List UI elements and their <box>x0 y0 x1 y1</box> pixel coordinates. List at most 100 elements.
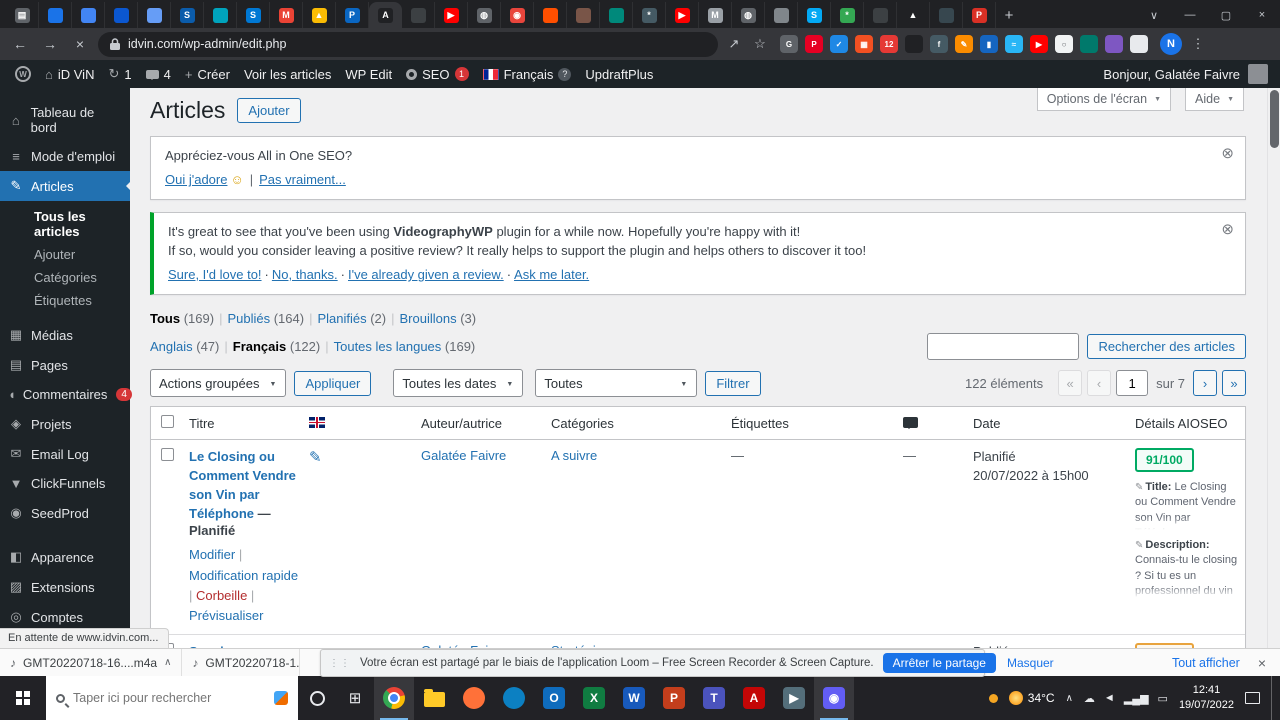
search-posts-button[interactable]: Rechercher des articles <box>1087 334 1246 359</box>
battery-icon[interactable]: ▭ <box>1158 692 1168 705</box>
comments-menu[interactable]: 4 <box>139 60 178 88</box>
filter-drafts[interactable]: Brouillons (3) <box>399 311 476 326</box>
tray-expand-icon[interactable]: ∧ <box>1066 693 1073 704</box>
taskbar-teams-button[interactable]: T <box>694 676 734 720</box>
last-page-button[interactable]: » <box>1222 370 1246 396</box>
tab-30[interactable]: P <box>963 2 996 28</box>
tab-17[interactable] <box>534 2 567 28</box>
post-title-link[interactable]: Le Closing ou Comment Vendre son Vin par… <box>189 449 296 521</box>
address-bar[interactable]: idvin.com/wp-admin/edit.php <box>98 31 718 57</box>
edit-seo-description-icon[interactable]: ✎ <box>1135 540 1143 551</box>
tab-6[interactable]: S <box>171 2 204 28</box>
12min-ext-icon[interactable]: 12 <box>880 35 898 53</box>
taskbar-media-player-button[interactable]: ▶ <box>774 676 814 720</box>
tab-22[interactable]: M <box>699 2 732 28</box>
lang-filter-all-languages[interactable]: Toutes les langues (169) <box>334 339 476 354</box>
aioseo-no-link[interactable]: Pas vraiment... <box>259 172 346 187</box>
edit-translation-icon[interactable]: ✎ <box>309 449 322 466</box>
account-menu[interactable]: Bonjour, Galatée Faivre <box>1103 64 1272 84</box>
sidebar-item-projects[interactable]: ◈ Projets <box>0 409 130 439</box>
tab-search-icon[interactable]: ∨ <box>1136 2 1172 28</box>
filter-published[interactable]: Publiés (164) <box>227 311 304 326</box>
videography-link-2[interactable]: No, thanks. <box>272 267 348 282</box>
category-link[interactable]: A suivre <box>551 448 597 463</box>
apply-button[interactable]: Appliquer <box>294 370 372 396</box>
videography-link-1[interactable]: Sure, I'd love to! <box>168 267 272 282</box>
tab-16[interactable]: ◉ <box>501 2 534 28</box>
tab-25[interactable]: S <box>798 2 831 28</box>
preview-action[interactable]: Prévisualiser <box>189 608 263 623</box>
circle-ext-icon[interactable]: ○ <box>1055 35 1073 53</box>
notes-ext-icon[interactable]: ✎ <box>955 35 973 53</box>
edit-action[interactable]: Modifier <box>189 547 242 562</box>
aioseo-score-badge[interactable]: 91/100 <box>1135 448 1194 472</box>
forward-icon[interactable]: → <box>38 36 62 52</box>
sidebar-item-dashboard[interactable]: ⌂ Tableau de bord <box>0 98 130 142</box>
taskbar-firefox-button[interactable] <box>454 676 494 720</box>
tab-10[interactable]: ▲ <box>303 2 336 28</box>
tab-12[interactable]: A <box>369 2 402 28</box>
close-button[interactable]: × <box>1244 2 1280 28</box>
hide-banner-link[interactable]: Masquer <box>1007 656 1054 670</box>
show-desktop-button[interactable] <box>1271 676 1276 720</box>
lang-filter-english[interactable]: Anglais (47) <box>150 339 219 354</box>
maximize-button[interactable]: ▢ <box>1208 2 1244 28</box>
sidebar-item-seedprod[interactable]: ◉ SeedProd <box>0 498 130 528</box>
wp-edit-menu[interactable]: WP Edit <box>338 60 399 88</box>
search-highlights-icon[interactable] <box>274 691 288 705</box>
square-ext-icon[interactable] <box>1130 35 1148 53</box>
column-title[interactable]: Titre <box>179 411 299 436</box>
close-downloads-bar-icon[interactable]: × <box>1258 655 1266 671</box>
sidebar-subitem-categories[interactable]: Catégories <box>0 266 130 289</box>
help-toggle[interactable]: Aide ▼ <box>1185 88 1244 111</box>
taskbar-powerpoint-button[interactable]: P <box>654 676 694 720</box>
trash-action[interactable]: Corbeille <box>196 588 254 603</box>
start-button[interactable] <box>0 676 46 720</box>
tab-5[interactable] <box>138 2 171 28</box>
tab-3[interactable] <box>72 2 105 28</box>
tab-8[interactable]: S <box>237 2 270 28</box>
network-icon[interactable]: ▂▄▆ <box>1124 692 1149 705</box>
grid-ext-icon[interactable]: ▦ <box>855 35 873 53</box>
dark-ext-icon[interactable] <box>905 35 923 53</box>
stop-sharing-button[interactable]: Arrêter le partage <box>882 653 996 673</box>
tab-21[interactable]: ▶ <box>666 2 699 28</box>
taskbar-acrobat-button[interactable]: A <box>734 676 774 720</box>
pinterest-ext-icon[interactable]: P <box>805 35 823 53</box>
tab-9[interactable]: M <box>270 2 303 28</box>
tab-27[interactable] <box>864 2 897 28</box>
taskbar-outlook-button[interactable]: O <box>534 676 574 720</box>
bulk-actions-select[interactable]: Actions groupées <box>150 369 287 397</box>
stop-icon[interactable]: × <box>68 36 92 52</box>
show-all-downloads-link[interactable]: Tout afficher <box>1172 656 1240 670</box>
sidebar-item-pages[interactable]: ▤ Pages <box>0 350 130 380</box>
dismiss-notice-icon[interactable]: ⊗ <box>1221 146 1234 161</box>
dismiss-notice-icon[interactable]: ⊗ <box>1221 222 1234 237</box>
facebook-ext-icon[interactable]: f <box>930 35 948 53</box>
tab-23[interactable]: ◍ <box>732 2 765 28</box>
lang-filter-french[interactable]: Français (122) <box>233 339 320 354</box>
edit-seo-title-icon[interactable]: ✎ <box>1135 482 1143 493</box>
analytics-ext-icon[interactable]: ▮ <box>980 35 998 53</box>
aioseo-yes-link[interactable]: Oui j'adore ☺ <box>165 172 244 187</box>
new-tab-button[interactable]: + <box>996 2 1022 28</box>
drag-handle-icon[interactable]: ⋮⋮ <box>329 658 351 669</box>
browser-menu-icon[interactable]: ⋮ <box>1188 36 1208 52</box>
sidebar-item-email-log[interactable]: ✉ Email Log <box>0 439 130 469</box>
cortana-button[interactable] <box>298 676 336 720</box>
tab-28[interactable]: ▲ <box>897 2 930 28</box>
puzzle-ext-icon[interactable] <box>1105 35 1123 53</box>
wp-logo-menu[interactable]: W <box>8 60 38 88</box>
action-center-icon[interactable] <box>1245 692 1260 704</box>
taskbar-search-input[interactable] <box>73 691 243 705</box>
taskbar-excel-button[interactable]: X <box>574 676 614 720</box>
taskbar-file-explorer-button[interactable] <box>414 676 454 720</box>
filter-all[interactable]: Tous (169) <box>150 311 214 326</box>
wave-ext-icon[interactable]: ≈ <box>1005 35 1023 53</box>
tab-13[interactable] <box>402 2 435 28</box>
taskbar-loom-button[interactable]: ◉ <box>814 676 854 720</box>
select-all-checkbox[interactable] <box>161 415 174 428</box>
new-content-menu[interactable]: + Créer <box>178 60 237 88</box>
taskbar-edge-button[interactable] <box>494 676 534 720</box>
tab-11[interactable]: P <box>336 2 369 28</box>
